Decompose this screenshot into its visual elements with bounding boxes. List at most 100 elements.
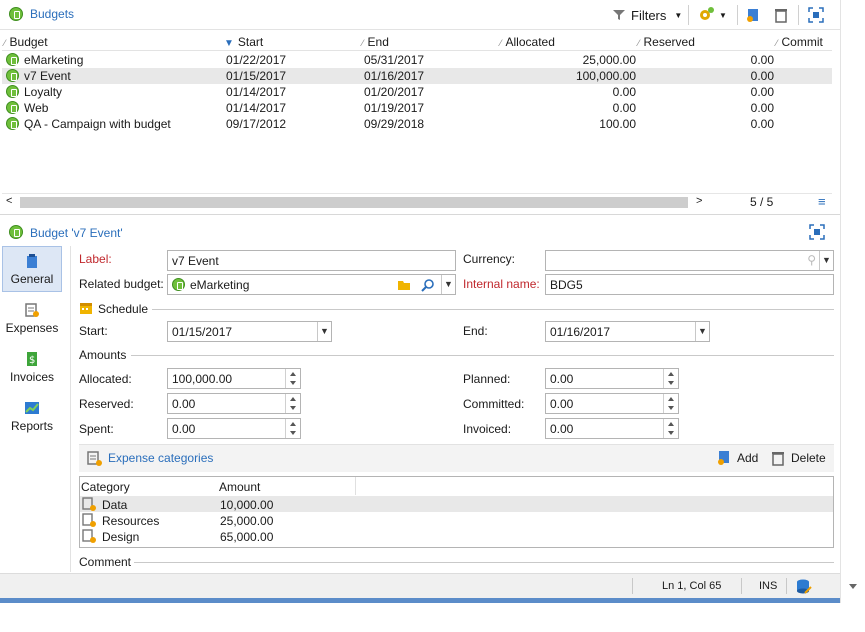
budget-icon: [6, 85, 19, 98]
stepper-arrows-icon[interactable]: [285, 419, 300, 438]
start-label: Start:: [79, 324, 108, 338]
table-row[interactable]: Loyalty 01/14/2017 01/20/2017 0.00 0.00: [2, 84, 832, 100]
column-divider: [355, 477, 356, 495]
actions-button[interactable]: ▼: [697, 5, 727, 25]
toolbar-separator: [688, 5, 689, 25]
page-title: Budgets: [30, 7, 75, 21]
related-budget-combo[interactable]: eMarketing ▼: [167, 274, 456, 295]
sidebar-item-invoices[interactable]: $ Invoices: [2, 345, 62, 391]
scroll-right-icon[interactable]: >: [696, 195, 702, 207]
section-divider: [131, 355, 834, 356]
table-row[interactable]: v7 Event 01/15/2017 01/16/2017 100,000.0…: [2, 68, 832, 84]
budget-icon: [6, 117, 19, 130]
planned-label: Planned:: [463, 372, 511, 386]
new-button[interactable]: [745, 5, 761, 25]
stepper-arrows-icon[interactable]: [663, 369, 678, 388]
spent-label: Spent:: [79, 422, 114, 436]
col-header-reserved[interactable]: ⁄ Reserved: [638, 35, 695, 49]
col-header-committed[interactable]: ⁄ Commit: [776, 35, 823, 49]
col-header-category[interactable]: Category: [81, 480, 130, 494]
budget-icon: [6, 69, 19, 82]
section-divider: [152, 309, 834, 310]
table-row[interactable]: Data 10,000.00: [80, 496, 833, 512]
label-input[interactable]: v7 Event: [167, 250, 456, 271]
chevron-down-icon: ▼: [719, 10, 727, 20]
categories-table: Category Amount Data 10,000.00 Resources…: [79, 476, 834, 548]
table-row[interactable]: eMarketing 01/22/2017 05/31/2017 25,000.…: [2, 52, 832, 68]
col-header-budget[interactable]: ⁄ Budget: [4, 35, 48, 49]
end-date-input[interactable]: 01/16/2017 ▼: [545, 321, 710, 342]
stepper-arrows-icon[interactable]: [663, 394, 678, 413]
schedule-heading: Schedule: [98, 302, 149, 316]
start-date-input[interactable]: 01/15/2017 ▼: [167, 321, 332, 342]
folder-icon[interactable]: [397, 278, 411, 292]
expense-categories-toolbar: Expense categories Add Delete: [79, 444, 834, 472]
trash-icon: [775, 9, 787, 23]
scroll-left-icon[interactable]: <: [6, 195, 12, 207]
chevron-down-icon[interactable]: ▼: [819, 251, 833, 270]
currency-combo[interactable]: ⚲ ▼: [545, 250, 834, 271]
committed-label: Committed:: [463, 397, 525, 411]
planned-stepper[interactable]: 0.00: [545, 368, 679, 389]
status-separator: [632, 578, 633, 594]
chevron-down-icon[interactable]: ▼: [441, 275, 455, 294]
search-icon[interactable]: [421, 278, 435, 292]
reserved-label: Reserved:: [79, 397, 134, 411]
scroll-down-icon[interactable]: [849, 584, 857, 589]
database-icon[interactable]: [795, 578, 813, 596]
expense-categories-link[interactable]: Expense categories: [108, 451, 213, 465]
comment-heading: Comment: [79, 555, 132, 569]
committed-stepper[interactable]: 0.00: [545, 393, 679, 414]
grid-horizontal-scrollbar[interactable]: < > 5 / 5 ≡: [2, 193, 832, 210]
trash-icon: [772, 452, 784, 466]
table-row[interactable]: Resources 25,000.00: [80, 512, 833, 528]
related-budget-label: Related budget:: [79, 277, 164, 291]
col-header-start[interactable]: ▼ Start: [224, 35, 263, 49]
label-label: Label:: [79, 252, 112, 266]
insert-mode: INS: [759, 580, 778, 592]
toolbar-separator: [737, 5, 738, 25]
chevron-down-icon[interactable]: ▼: [317, 322, 331, 341]
stepper-arrows-icon[interactable]: [663, 419, 678, 438]
sidebar-item-expenses[interactable]: Expenses: [2, 296, 62, 342]
internal-name-input[interactable]: BDG5: [545, 274, 834, 295]
chevron-down-icon: ▼: [674, 10, 683, 20]
table-row[interactable]: QA - Campaign with budget 09/17/2012 09/…: [2, 116, 832, 132]
end-label: End:: [463, 324, 488, 338]
invoiced-label: Invoiced:: [463, 422, 512, 436]
category-icon: [82, 529, 96, 543]
sort-desc-icon: ▼: [224, 38, 234, 49]
reserved-stepper[interactable]: 0.00: [167, 393, 301, 414]
sidebar-item-general[interactable]: General: [2, 246, 62, 292]
maximize-icon[interactable]: [809, 224, 825, 240]
add-category-button[interactable]: Add: [716, 450, 758, 466]
panel-divider: [0, 214, 840, 215]
table-row[interactable]: Web 01/14/2017 01/19/2017 0.00 0.00: [2, 100, 832, 116]
detail-header: Budget 'v7 Event': [0, 220, 840, 244]
budget-icon: [172, 278, 185, 291]
delete-category-button[interactable]: Delete: [770, 450, 826, 466]
stepper-arrows-icon[interactable]: [285, 394, 300, 413]
search-icon[interactable]: ⚲: [807, 253, 816, 267]
filters-button[interactable]: Filters ▼: [612, 5, 682, 25]
chevron-down-icon[interactable]: ▼: [695, 322, 709, 341]
col-header-amount[interactable]: Amount: [219, 480, 260, 494]
budget-icon: [6, 101, 19, 114]
window-scrollbar[interactable]: [840, 0, 865, 603]
spent-stepper[interactable]: 0.00: [167, 418, 301, 439]
invoiced-stepper[interactable]: 0.00: [545, 418, 679, 439]
row-count: 5 / 5: [750, 195, 774, 209]
status-separator: [786, 578, 787, 594]
maximize-button[interactable]: [808, 5, 824, 25]
status-separator: [741, 578, 742, 594]
sidebar-item-reports[interactable]: Reports: [2, 394, 62, 440]
gear-icon: [700, 7, 714, 20]
menu-lines-icon[interactable]: ≡: [818, 194, 826, 209]
delete-toolbar-button[interactable]: [773, 5, 789, 25]
scrollbar-thumb[interactable]: [20, 197, 688, 208]
stepper-arrows-icon[interactable]: [285, 369, 300, 388]
col-header-allocated[interactable]: ⁄ Allocated: [500, 35, 555, 49]
allocated-stepper[interactable]: 100,000.00: [167, 368, 301, 389]
table-row[interactable]: Design 65,000.00: [80, 528, 833, 544]
col-header-end[interactable]: ⁄ End: [362, 35, 389, 49]
